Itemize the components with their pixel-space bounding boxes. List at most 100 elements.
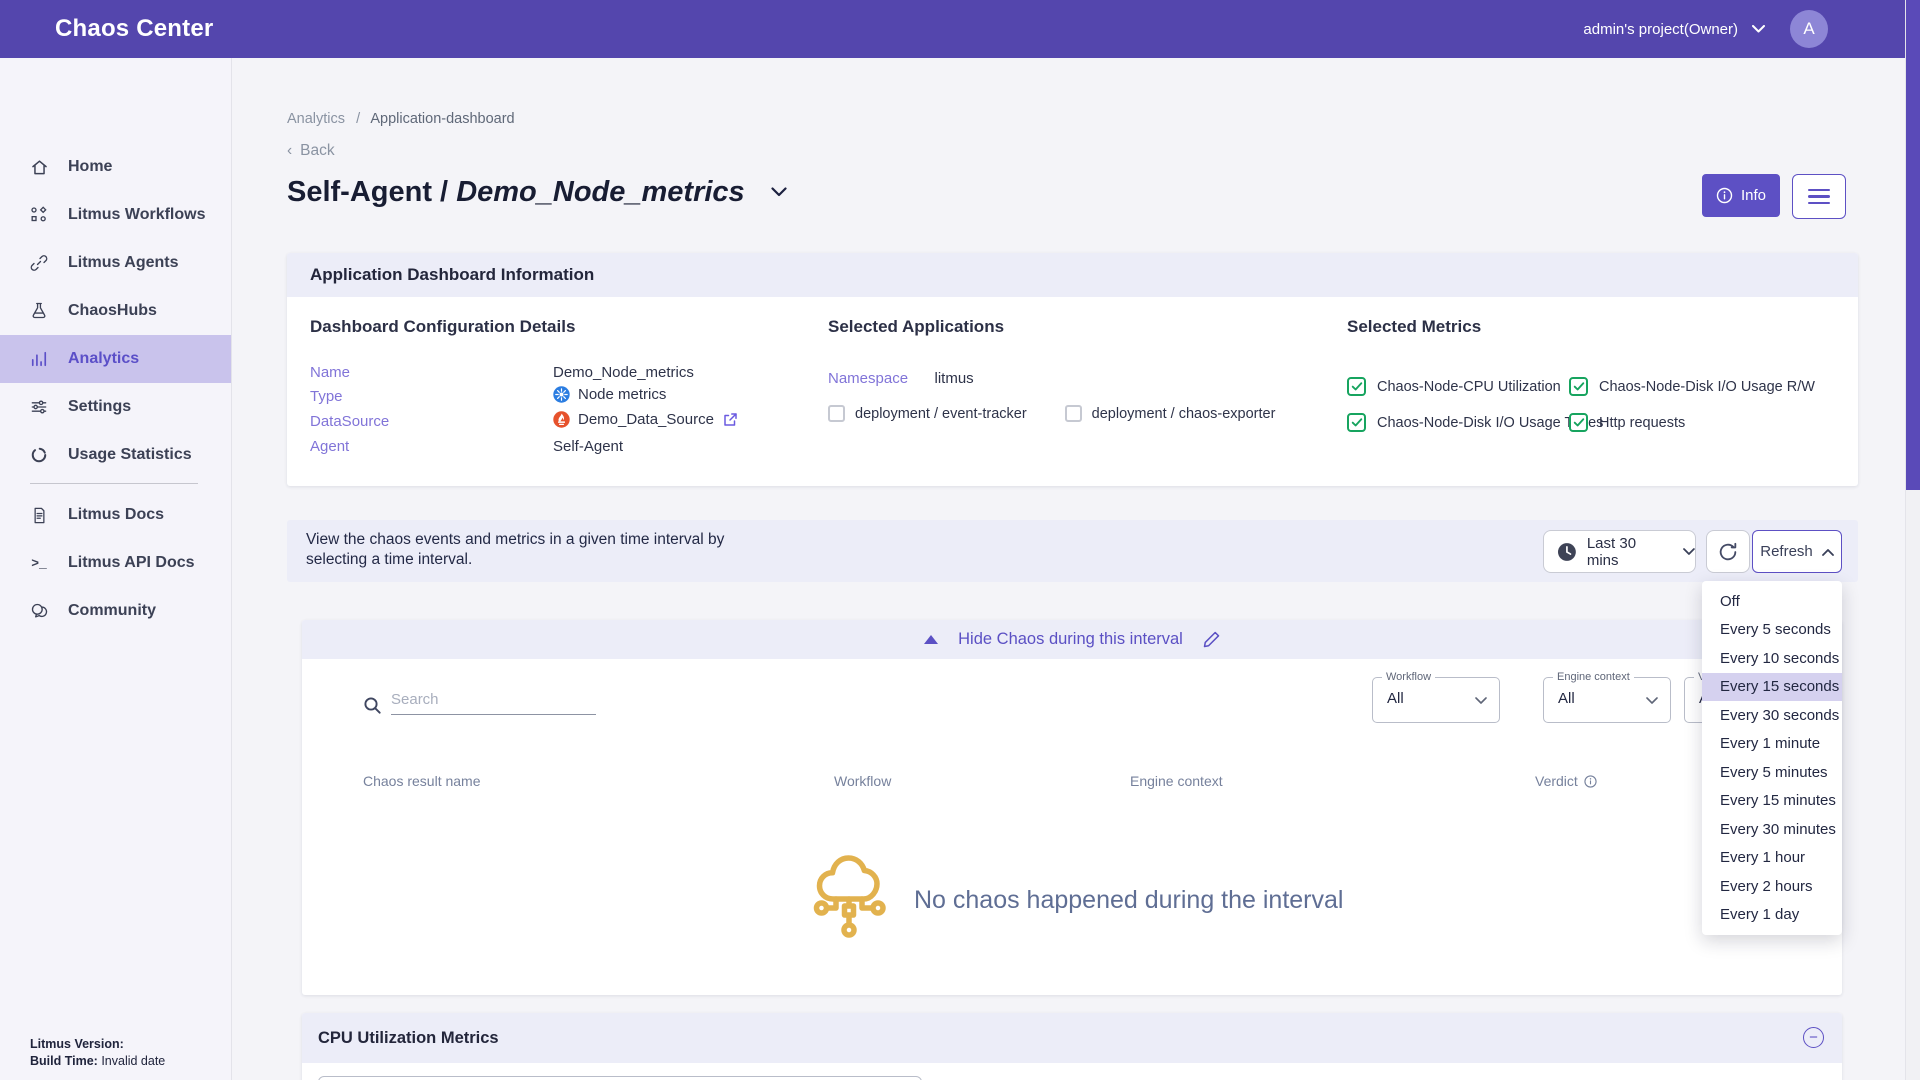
- metrics-heading: Selected Metrics: [1347, 317, 1481, 337]
- avatar[interactable]: A: [1790, 10, 1828, 48]
- config-value-name: Demo_Node_metrics: [553, 364, 694, 381]
- info-icon: [1716, 187, 1733, 204]
- project-selector[interactable]: admin's project(Owner): [1583, 0, 1765, 58]
- dashboard-name: Demo_Node_metrics: [456, 176, 745, 208]
- sidebar-item-analytics[interactable]: Analytics: [0, 335, 231, 383]
- menu-item[interactable]: Every 1 hour: [1702, 844, 1842, 873]
- project-name: admin's project(Owner): [1583, 21, 1738, 38]
- home-icon: [28, 156, 50, 178]
- time-interval-description: View the chaos events and metrics in a g…: [306, 530, 761, 570]
- config-heading: Dashboard Configuration Details: [310, 317, 575, 337]
- config-value-type: Node metrics: [553, 386, 666, 403]
- column-header-chaos-result-name: Chaos result name: [363, 773, 481, 789]
- collapse-section-button[interactable]: −: [1803, 1027, 1824, 1048]
- flask-icon: [28, 300, 50, 322]
- config-label-agent: Agent: [310, 438, 349, 455]
- hamburger-icon: [1808, 189, 1830, 205]
- refresh-interval-button[interactable]: Refresh: [1752, 530, 1842, 573]
- metric-item: Chaos-Node-Disk I/O Usage Times: [1347, 413, 1603, 432]
- sidebar-item-litmus-workflows[interactable]: Litmus Workflows: [0, 191, 231, 239]
- applications-heading: Selected Applications: [828, 317, 1004, 337]
- menu-button[interactable]: [1792, 174, 1846, 219]
- search-box: [363, 688, 596, 715]
- metric-item: Chaos-Node-CPU Utilization: [1347, 377, 1561, 396]
- menu-item-off[interactable]: Off: [1702, 587, 1842, 616]
- config-label-datasource: DataSource: [310, 413, 389, 430]
- page-title: Self-Agent / Demo_Node_metrics: [287, 176, 787, 209]
- workflow-filter-select[interactable]: Workflow All: [1372, 677, 1500, 723]
- donut-icon: [28, 444, 50, 466]
- menu-item[interactable]: Every 1 minute: [1702, 730, 1842, 759]
- sidebar: Home Litmus Workflows Litmus Agents Chao…: [0, 58, 232, 1080]
- title-dropdown-chevron-icon[interactable]: [771, 187, 787, 197]
- checkbox-checked-icon[interactable]: [1569, 413, 1588, 432]
- sidebar-item-litmus-agents[interactable]: Litmus Agents: [0, 239, 231, 287]
- checkbox-checked-icon[interactable]: [1347, 377, 1366, 396]
- search-icon: [363, 696, 382, 715]
- panel-header: Application Dashboard Information: [287, 253, 1858, 297]
- info-button[interactable]: Info: [1702, 174, 1780, 217]
- menu-item[interactable]: Every 5 minutes: [1702, 758, 1842, 787]
- config-label-name: Name: [310, 364, 350, 381]
- agents-icon: [28, 252, 50, 274]
- column-header-workflow: Workflow: [834, 773, 891, 789]
- application-checkbox-row: deployment / event-tracker deployment / …: [828, 405, 1275, 422]
- sidebar-item-community[interactable]: Community: [0, 587, 231, 635]
- cpu-metric-selector[interactable]: [318, 1076, 922, 1080]
- scrollbar-track[interactable]: [1905, 0, 1920, 1080]
- refresh-icon: [1717, 541, 1739, 563]
- hide-chaos-toggle-bar[interactable]: Hide Chaos during this interval: [302, 620, 1842, 659]
- info-circle-icon: [1584, 775, 1597, 788]
- prometheus-icon: [553, 411, 570, 428]
- external-link-icon[interactable]: [722, 412, 738, 428]
- node-metrics-icon: [553, 386, 570, 403]
- cpu-metrics-card: CPU Utilization Metrics −: [302, 1013, 1842, 1080]
- sidebar-item-settings[interactable]: Settings: [0, 383, 231, 431]
- menu-item[interactable]: Every 30 minutes: [1702, 815, 1842, 844]
- menu-item[interactable]: Every 10 seconds: [1702, 644, 1842, 673]
- menu-item-selected[interactable]: Every 15 seconds: [1702, 673, 1842, 702]
- config-label-type: Type: [310, 388, 343, 405]
- scrollbar-thumb[interactable]: [1906, 0, 1920, 490]
- config-value-datasource: Demo_Data_Source: [553, 411, 738, 428]
- checkbox-checked-icon[interactable]: [1347, 413, 1366, 432]
- menu-item[interactable]: Every 5 seconds: [1702, 616, 1842, 645]
- chevron-down-icon: [1475, 697, 1487, 705]
- chevron-down-icon: [1752, 25, 1765, 33]
- edit-pencil-icon[interactable]: [1203, 631, 1220, 648]
- time-interval-bar: View the chaos events and metrics in a g…: [287, 520, 1858, 582]
- chaos-cloud-icon: [812, 853, 892, 947]
- refresh-now-button[interactable]: [1706, 530, 1750, 573]
- chaos-center-app: Chaos Center admin's project(Owner) A Ho…: [0, 0, 1920, 1080]
- version-info: Litmus Version: Build Time: Invalid date: [30, 1036, 165, 1070]
- time-range-button[interactable]: Last 30 mins: [1543, 530, 1696, 573]
- sidebar-item-usage-statistics[interactable]: Usage Statistics: [0, 431, 231, 479]
- menu-item[interactable]: Every 2 hours: [1702, 872, 1842, 901]
- column-header-verdict: Verdict: [1535, 773, 1597, 789]
- checkbox-chaos-exporter[interactable]: [1065, 405, 1082, 422]
- engine-context-filter-select[interactable]: Engine context All: [1543, 677, 1671, 723]
- collapse-arrow-icon[interactable]: [924, 635, 938, 644]
- chevron-up-icon: [1822, 548, 1834, 556]
- back-link[interactable]: ‹Back: [287, 142, 335, 160]
- checkbox-checked-icon[interactable]: [1569, 377, 1588, 396]
- sidebar-item-litmus-api-docs[interactable]: >_ Litmus API Docs: [0, 539, 231, 587]
- menu-item[interactable]: Every 1 day: [1702, 901, 1842, 930]
- chevron-down-icon: [1683, 548, 1695, 556]
- dashboard-info-panel: Application Dashboard Information Dashbo…: [287, 253, 1858, 486]
- empty-state: No chaos happened during the interval: [812, 853, 1343, 947]
- menu-item[interactable]: Every 30 seconds: [1702, 701, 1842, 730]
- config-value-agent: Self-Agent: [553, 438, 623, 455]
- sidebar-item-chaoshubs[interactable]: ChaosHubs: [0, 287, 231, 335]
- chevron-down-icon: [1646, 697, 1658, 705]
- menu-item[interactable]: Every 15 minutes: [1702, 787, 1842, 816]
- breadcrumb-analytics[interactable]: Analytics: [287, 111, 345, 127]
- analytics-icon: [28, 348, 50, 370]
- sidebar-item-litmus-docs[interactable]: Litmus Docs: [0, 491, 231, 539]
- search-input[interactable]: [391, 688, 596, 715]
- terminal-icon: >_: [28, 552, 50, 574]
- sidebar-item-home[interactable]: Home: [0, 143, 231, 191]
- checkbox-event-tracker[interactable]: [828, 405, 845, 422]
- chaos-table-card: Hide Chaos during this interval Workflow…: [302, 620, 1842, 995]
- clock-icon: [1557, 542, 1577, 562]
